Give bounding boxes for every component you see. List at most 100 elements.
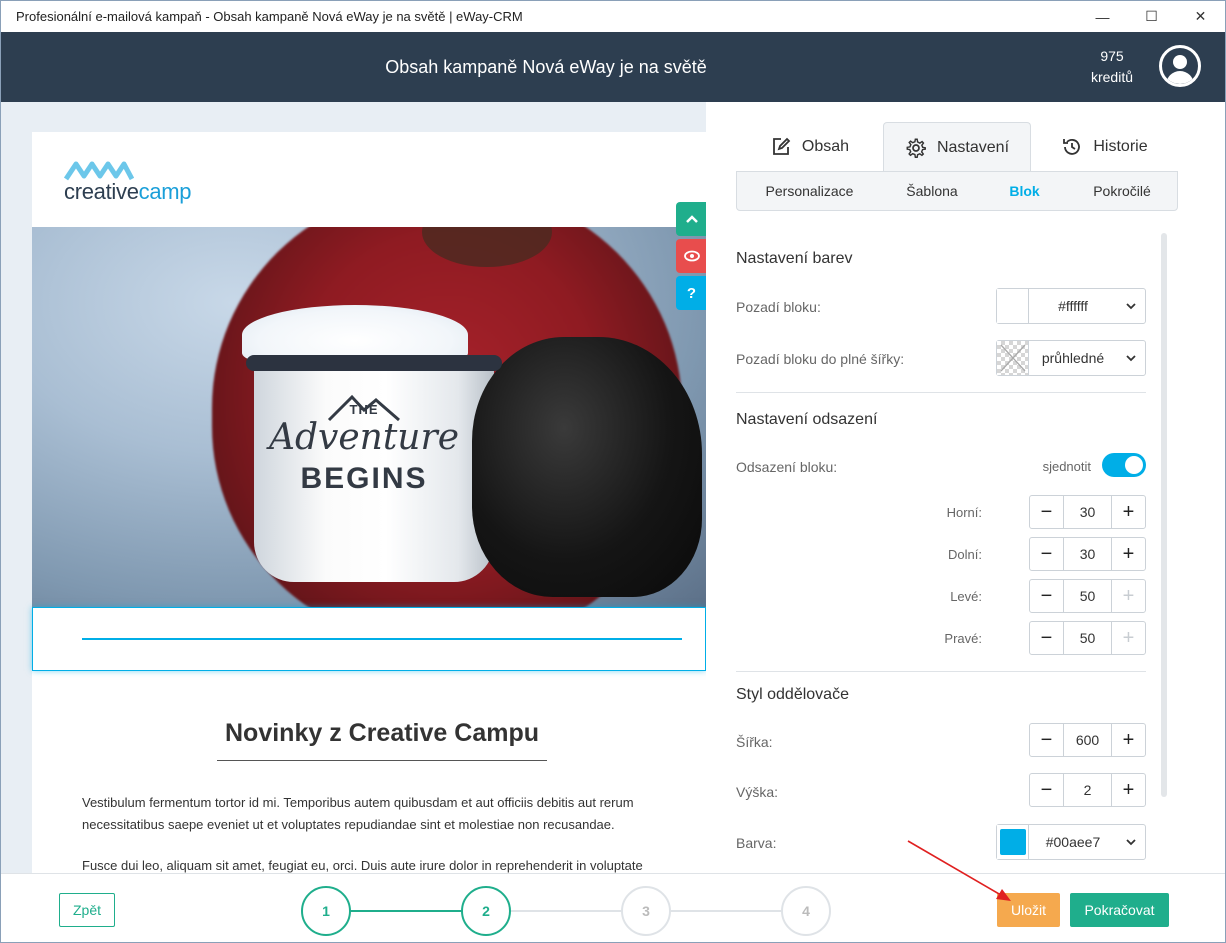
divider-block-selected[interactable] [32, 607, 706, 671]
chevron-down-icon [1117, 299, 1145, 313]
edit-icon [773, 137, 791, 155]
step-connector [669, 910, 783, 912]
divider-color-swatch [997, 825, 1029, 859]
padding-right-label: Pravé: [944, 631, 982, 646]
panel-scrollbar[interactable] [1161, 233, 1167, 797]
section-divider [736, 392, 1146, 393]
divider-color-value: #00aee7 [1045, 834, 1101, 850]
padding-right-stepper: − 50 + [1029, 621, 1146, 655]
divider-width-label: Šířka: [736, 734, 773, 750]
preview-button[interactable] [676, 239, 706, 273]
minimize-button[interactable]: — [1078, 1, 1127, 32]
padding-top-value[interactable]: 30 [1063, 496, 1112, 528]
app-window: Profesionální e-mailová kampaň - Obsah k… [0, 0, 1226, 943]
step-4[interactable]: 4 [781, 886, 831, 936]
tab-nastaveni[interactable]: Nastavení [883, 122, 1031, 172]
padding-bottom-value[interactable]: 30 [1063, 538, 1112, 570]
chevron-down-icon [1117, 351, 1145, 365]
padding-left-stepper: − 50 + [1029, 579, 1146, 613]
move-up-button[interactable] [676, 202, 706, 236]
divider-color-picker[interactable]: #00aee7 [996, 824, 1146, 860]
chevron-up-icon [685, 215, 698, 223]
close-button[interactable]: ✕ [1176, 1, 1225, 32]
mug-text-begins: BEGINS [300, 462, 428, 495]
hero-image[interactable]: THE Adventure BEGINS [32, 227, 706, 607]
logo-text-camp: camp [138, 179, 192, 204]
padding-right-value[interactable]: 50 [1063, 622, 1112, 654]
increment-button[interactable]: + [1112, 774, 1145, 806]
mug-text-the: THE [349, 402, 379, 417]
increment-button[interactable]: + [1112, 724, 1145, 756]
credits-counter: 975 kreditů [1081, 46, 1143, 88]
tab-label: Obsah [801, 138, 850, 155]
panel-subtabs: Personalizace Šablona Blok Pokročilé [736, 171, 1178, 211]
block-actions: ? [676, 202, 706, 313]
section-title-colors: Nastavení barev [736, 250, 853, 267]
padding-left-label: Levé: [950, 589, 982, 604]
settings-panel: Obsah Nastavení Historie Personalizace Š… [706, 102, 1225, 873]
panel-tabs: Obsah Nastavení Historie [736, 122, 1178, 172]
article-paragraph[interactable]: Fusce dui leo, aliquam sit amet, feugiat… [82, 855, 682, 873]
article-paragraph[interactable]: Vestibulum fermentum tortor id mi. Tempo… [82, 792, 682, 836]
divider-width-value[interactable]: 600 [1063, 724, 1112, 756]
page-title: Obsah kampaně Nová eWay je na světě [1, 32, 1091, 102]
full-bg-value: průhledné [1041, 350, 1105, 366]
divider-width-stepper: − 600 + [1029, 723, 1146, 757]
divider-height-value[interactable]: 2 [1063, 774, 1112, 806]
decrement-button[interactable]: − [1030, 622, 1063, 654]
step-2[interactable]: 2 [461, 886, 511, 936]
help-button[interactable]: ? [676, 276, 706, 310]
history-icon [1063, 139, 1081, 155]
unify-label: sjednotit [1042, 459, 1091, 474]
padding-left-value[interactable]: 50 [1063, 580, 1112, 612]
maximize-button[interactable]: ☐ [1127, 1, 1176, 32]
full-bg-color-picker[interactable]: průhledné [996, 340, 1146, 376]
email-preview: creativecamp THE Adventure BEGINS Novink… [1, 102, 706, 873]
padding-bottom-label: Dolní: [948, 547, 982, 562]
subtab-blok[interactable]: Blok [982, 183, 1067, 199]
divider-height-stepper: − 2 + [1029, 773, 1146, 807]
step-connector [509, 910, 623, 912]
section-title-padding: Nastavení odsazení [736, 411, 878, 428]
tab-label: Nastavení [936, 138, 1010, 156]
increment-button[interactable]: + [1112, 622, 1145, 654]
increment-button[interactable]: + [1112, 538, 1145, 570]
email-canvas: creativecamp THE Adventure BEGINS Novink… [32, 132, 706, 873]
app-header: Obsah kampaně Nová eWay je na světě 975 … [1, 32, 1225, 102]
divider-height-label: Výška: [736, 784, 779, 800]
article-title[interactable]: Novinky z Creative Campu [217, 719, 547, 761]
page-title-prefix: Obsah kampaně [385, 56, 518, 77]
tab-label: Historie [1093, 138, 1148, 155]
decrement-button[interactable]: − [1030, 538, 1063, 570]
section-title-divider: Styl oddělovače [736, 686, 849, 703]
block-bg-value: #ffffff [1058, 298, 1088, 314]
user-avatar-icon[interactable] [1159, 45, 1201, 87]
decrement-button[interactable]: − [1030, 724, 1063, 756]
block-bg-color-picker[interactable]: #ffffff [996, 288, 1146, 324]
mug-print: THE Adventure BEGINS [264, 402, 464, 496]
mug-text-adventure: Adventure [268, 417, 460, 458]
subtab-sablona[interactable]: Šablona [882, 183, 982, 199]
divider-line [82, 638, 682, 640]
window-titlebar: Profesionální e-mailová kampaň - Obsah k… [1, 1, 1225, 32]
subtab-personalizace[interactable]: Personalizace [737, 183, 882, 199]
back-button[interactable]: Zpět [59, 893, 115, 927]
tab-obsah[interactable]: Obsah [736, 122, 883, 172]
logo-mountains-icon [64, 161, 134, 181]
increment-button[interactable]: + [1112, 496, 1145, 528]
continue-button[interactable]: Pokračovat [1070, 893, 1169, 927]
block-padding-label: Odsazení bloku: [736, 459, 838, 475]
increment-button[interactable]: + [1112, 580, 1145, 612]
decrement-button[interactable]: − [1030, 774, 1063, 806]
decrement-button[interactable]: − [1030, 496, 1063, 528]
decrement-button[interactable]: − [1030, 580, 1063, 612]
unify-toggle[interactable] [1102, 453, 1146, 477]
step-1[interactable]: 1 [301, 886, 351, 936]
block-bg-swatch [997, 289, 1029, 323]
tab-historie[interactable]: Historie [1031, 122, 1178, 172]
step-3[interactable]: 3 [621, 886, 671, 936]
window-title: Profesionální e-mailová kampaň - Obsah k… [16, 9, 523, 24]
save-button[interactable]: Uložit [997, 893, 1060, 927]
subtab-pokrocile[interactable]: Pokročilé [1067, 183, 1177, 199]
credits-label: kreditů [1090, 69, 1134, 85]
